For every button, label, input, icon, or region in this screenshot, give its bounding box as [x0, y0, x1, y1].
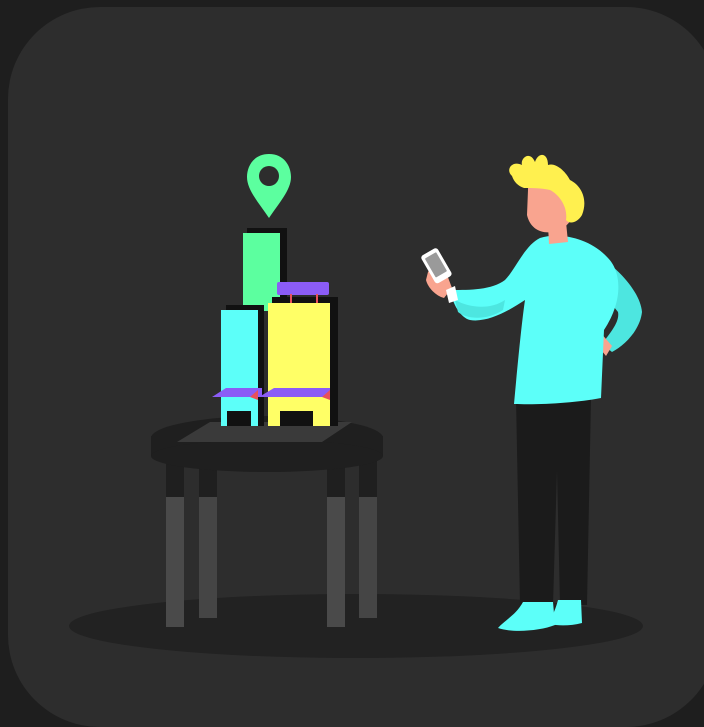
location-pin-icon: [247, 154, 291, 218]
cyan-tower: [221, 310, 258, 426]
app-frame: [0, 0, 704, 727]
person: [426, 154, 642, 631]
ground-shadow: [69, 594, 643, 658]
yellow-tower-door: [280, 411, 313, 426]
rooftop-sign: [277, 282, 329, 295]
person-pants: [516, 398, 591, 605]
building-model: [212, 228, 338, 426]
person-shirt: [451, 235, 619, 405]
location-illustration: [69, 154, 643, 658]
cyan-tower-door: [227, 411, 251, 426]
yellow-tower: [268, 303, 330, 426]
